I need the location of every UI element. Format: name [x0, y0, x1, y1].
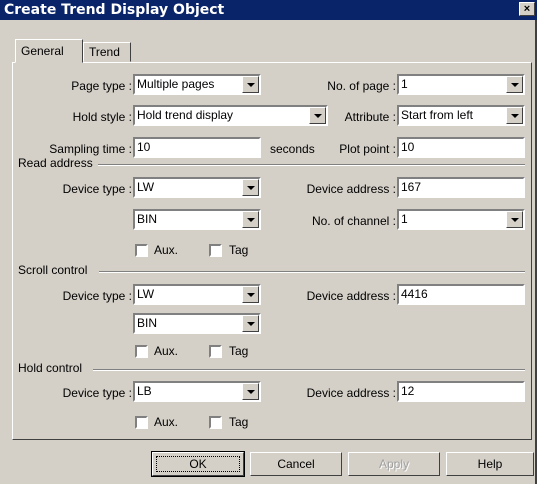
hold-control-group-title: Hold control [18, 361, 83, 375]
read-device-type-label: Device type : [62, 182, 132, 196]
chevron-down-icon[interactable] [309, 107, 326, 124]
help-button-label: Help [477, 457, 503, 471]
scroll-device-address-value: 4416 [401, 287, 428, 301]
page-type-select[interactable]: Multiple pages [133, 74, 261, 95]
chevron-down-icon[interactable] [506, 76, 523, 93]
no-of-page-label: No. of page : [327, 79, 396, 93]
chevron-down-icon[interactable] [506, 211, 523, 228]
help-button[interactable]: Help [446, 452, 534, 476]
chevron-down-icon[interactable] [242, 211, 259, 228]
close-icon: × [523, 3, 531, 15]
scroll-device-type-value: LW [137, 287, 155, 301]
tab-trend[interactable]: Trend [83, 42, 131, 62]
scroll-device-type-label: Device type : [62, 289, 132, 303]
read-address-group-title: Read address [18, 156, 93, 170]
hold-tag-label: Tag [229, 415, 249, 429]
apply-button-label: Apply [378, 457, 410, 471]
tab-trend-label: Trend [89, 45, 120, 59]
hold-device-address-input[interactable]: 12 [397, 381, 525, 402]
scroll-device-address-label: Device address : [306, 289, 396, 303]
sampling-time-value: 10 [137, 140, 151, 154]
hold-device-address-label: Device address : [306, 386, 396, 400]
plot-point-input[interactable]: 10 [397, 137, 525, 158]
cancel-button[interactable]: Cancel [250, 452, 342, 476]
chevron-down-icon[interactable] [242, 315, 259, 332]
window-title: Create Trend Display Object [4, 2, 225, 18]
attribute-value: Start from left [401, 108, 474, 122]
chevron-down-icon[interactable] [242, 179, 259, 196]
scroll-format-select[interactable]: BIN [133, 313, 261, 334]
read-device-type-select[interactable]: LW [133, 177, 261, 198]
hold-device-type-label: Device type : [62, 386, 132, 400]
channel-select[interactable]: 1 [397, 209, 525, 230]
read-tag-checkbox[interactable] [209, 244, 222, 257]
read-device-address-label: Device address : [306, 182, 396, 196]
hold-device-type-select[interactable]: LB [133, 381, 261, 402]
hold-device-type-value: LB [137, 384, 152, 398]
read-aux-checkbox[interactable] [135, 244, 148, 257]
scroll-control-separator [99, 271, 525, 273]
page-type-label: Page type : [71, 79, 132, 93]
hold-style-select[interactable]: Hold trend display [133, 105, 328, 126]
chevron-down-icon[interactable] [242, 286, 259, 303]
chevron-down-icon[interactable] [242, 383, 259, 400]
page-type-value: Multiple pages [137, 77, 215, 91]
scroll-tag-checkbox[interactable] [209, 345, 222, 358]
read-device-type-value: LW [137, 180, 155, 194]
attribute-select[interactable]: Start from left [397, 105, 525, 126]
scroll-tag-label: Tag [229, 344, 249, 358]
scroll-format-value: BIN [137, 316, 158, 330]
read-tag-label: Tag [229, 243, 249, 257]
hold-style-value: Hold trend display [137, 108, 234, 122]
hold-aux-label: Aux. [154, 415, 179, 429]
scroll-aux-label: Aux. [154, 344, 179, 358]
scroll-device-address-input[interactable]: 4416 [397, 284, 525, 305]
plot-point-label: Plot point : [339, 142, 396, 156]
chevron-down-icon[interactable] [242, 76, 259, 93]
attribute-label: Attribute : [344, 110, 396, 124]
read-format-value: BIN [137, 212, 158, 226]
hold-control-separator [93, 369, 525, 371]
read-device-address-value: 167 [401, 180, 422, 194]
no-of-page-value: 1 [401, 77, 408, 91]
seconds-unit-label: seconds [270, 142, 315, 156]
read-aux-label: Aux. [154, 243, 179, 257]
hold-aux-checkbox[interactable] [135, 416, 148, 429]
hold-device-address-value: 12 [401, 384, 415, 398]
sampling-time-input[interactable]: 10 [133, 137, 261, 158]
plot-point-value: 10 [401, 140, 415, 154]
dialog-window: Create Trend Display Object × General Tr… [0, 0, 537, 484]
sampling-time-label: Sampling time : [49, 142, 132, 156]
close-button[interactable]: × [519, 2, 535, 16]
scroll-aux-checkbox[interactable] [135, 345, 148, 358]
focus-rect [156, 456, 240, 472]
read-format-select[interactable]: BIN [133, 209, 261, 230]
hold-tag-checkbox[interactable] [209, 416, 222, 429]
channel-value: 1 [401, 212, 408, 226]
apply-button[interactable]: Apply [348, 452, 440, 476]
read-address-separator [98, 164, 525, 166]
ok-button[interactable]: OK [151, 451, 245, 477]
scroll-control-group-title: Scroll control [18, 263, 88, 277]
no-of-page-select[interactable]: 1 [397, 74, 525, 95]
tab-general-label: General [21, 44, 64, 58]
title-bar[interactable]: Create Trend Display Object × [0, 0, 537, 20]
hold-style-label: Hold style : [72, 110, 132, 124]
channel-label: No. of channel : [311, 214, 396, 228]
chevron-down-icon[interactable] [506, 107, 523, 124]
read-device-address-input[interactable]: 167 [397, 177, 525, 198]
scroll-device-type-select[interactable]: LW [133, 284, 261, 305]
tab-general[interactable]: General [15, 39, 83, 63]
cancel-button-label: Cancel [277, 457, 315, 471]
